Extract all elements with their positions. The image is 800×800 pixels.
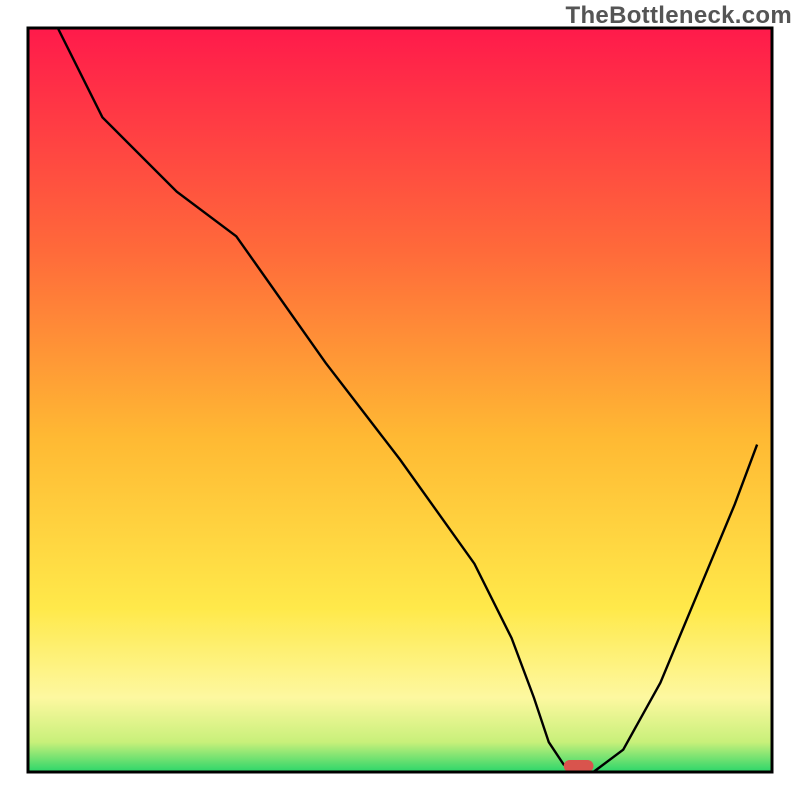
bottleneck-chart (0, 0, 800, 800)
optimal-marker (564, 760, 594, 772)
chart-container: TheBottleneck.com (0, 0, 800, 800)
gradient-background (28, 28, 772, 772)
watermark-text: TheBottleneck.com (566, 2, 792, 30)
